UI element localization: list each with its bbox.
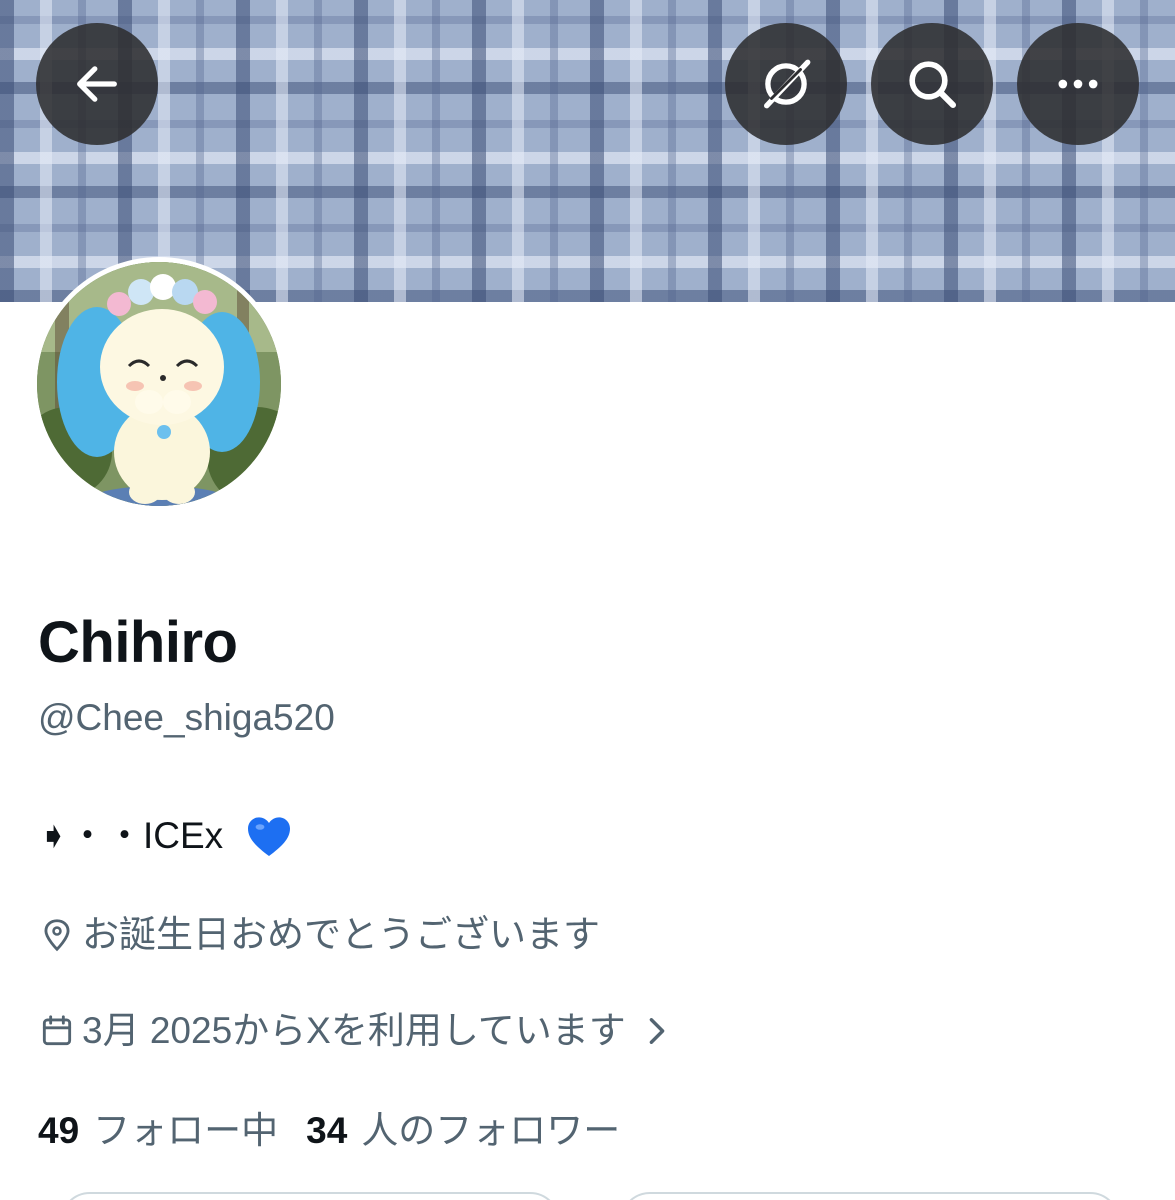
profile-action-button-left[interactable] <box>60 1192 560 1200</box>
followers-link[interactable]: 34 人のフォロワー <box>306 1108 620 1154</box>
display-name: Chihiro <box>38 610 238 675</box>
profile-location: お誕生日おめでとうございます <box>38 912 600 958</box>
location-text: お誕生日おめでとうございます <box>82 914 600 955</box>
avatar[interactable] <box>32 257 286 511</box>
blue-heart-icon <box>245 813 293 859</box>
followers-label: 人のフォロワー <box>361 1110 621 1151</box>
more-icon <box>1052 58 1104 110</box>
profile-joined-date[interactable]: 3月 2025からXを利用しています <box>38 1008 670 1054</box>
more-button[interactable] <box>1017 23 1139 145</box>
back-button[interactable] <box>36 23 158 145</box>
bio-text: ➧・・ICEx <box>38 815 224 856</box>
grok-button[interactable] <box>725 23 847 145</box>
chevron-right-icon <box>644 1016 670 1046</box>
profile-action-button-right[interactable] <box>620 1192 1120 1200</box>
user-handle: @Chee_shiga520 <box>38 697 335 738</box>
search-icon <box>904 56 960 112</box>
back-arrow-icon <box>71 58 123 110</box>
follow-stats: 49 フォロー中 34 人のフォロワー <box>38 1108 620 1154</box>
followers-count: 34 <box>306 1110 348 1151</box>
following-link[interactable]: 49 フォロー中 <box>38 1108 278 1154</box>
search-button[interactable] <box>871 23 993 145</box>
joined-text: 3月 2025からXを利用しています <box>82 1010 626 1051</box>
profile-bio: ➧・・ICEx <box>38 812 293 860</box>
following-count: 49 <box>38 1110 80 1151</box>
profile-banner[interactable] <box>0 0 1175 302</box>
location-pin-icon <box>38 916 76 954</box>
following-label: フォロー中 <box>93 1110 279 1151</box>
calendar-icon <box>38 1012 76 1050</box>
grok-icon <box>757 55 815 113</box>
avatar-image <box>37 262 281 506</box>
